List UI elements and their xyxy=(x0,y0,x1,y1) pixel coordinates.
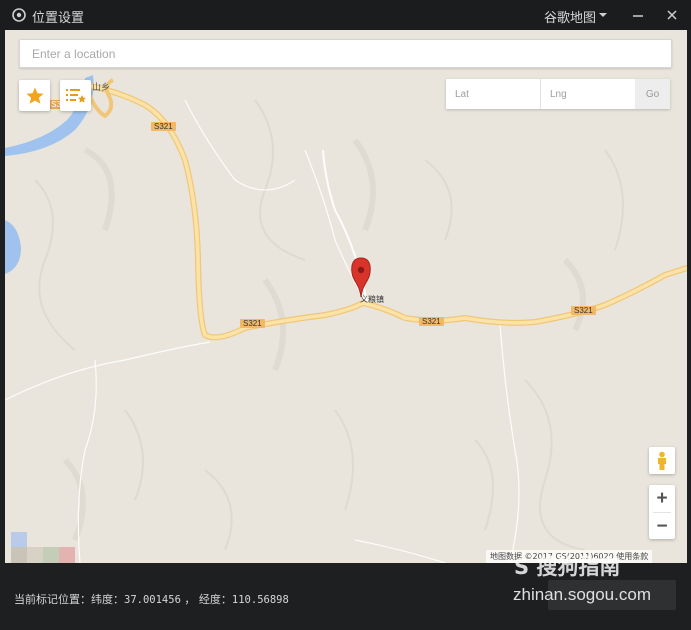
title-bar: 位置设置 谷歌地图 xyxy=(0,0,691,30)
marker-position-readout: 当前标记位置：纬度：37.001456 ， 经度：110.56898 xyxy=(14,591,289,607)
location-pin-icon xyxy=(12,8,26,22)
place-label-village: 山乡 xyxy=(92,82,111,92)
map-canvas[interactable]: 山乡 义粮镇 S3 S321 S321 S321 S321 Enter a lo… xyxy=(5,30,687,563)
road-shield-s321: S321 xyxy=(240,319,265,328)
longitude-value: 110.56898 xyxy=(231,594,289,606)
latitude-input[interactable] xyxy=(446,79,541,109)
minimize-icon xyxy=(633,15,643,17)
close-icon xyxy=(667,10,677,20)
watermark-url: zhinan.sogou.com xyxy=(513,585,651,604)
terrain-map xyxy=(5,75,687,563)
location-settings-window: 位置设置 谷歌地图 山乡 义粮镇 S3 S321 S321 S321 S321 … xyxy=(0,0,691,630)
star-icon xyxy=(25,87,44,104)
coordinate-form: Go xyxy=(446,79,670,109)
zoom-in-button[interactable]: + xyxy=(649,485,675,512)
favorites-button[interactable] xyxy=(19,80,50,111)
location-search xyxy=(19,39,672,68)
longitude-label: 经度： xyxy=(198,593,232,606)
status-label: 当前标记位置： xyxy=(14,593,91,606)
map-type-thumbnails[interactable] xyxy=(11,532,75,563)
go-button[interactable]: Go xyxy=(635,79,670,109)
road-shield-s321: S321 xyxy=(571,306,596,315)
road-shield-s321: S321 xyxy=(419,317,444,326)
latitude-value: 37.001456 xyxy=(124,594,181,606)
list-star-icon xyxy=(65,88,86,103)
chevron-down-icon[interactable] xyxy=(598,10,608,20)
search-input[interactable] xyxy=(20,40,671,67)
longitude-input[interactable] xyxy=(541,79,635,109)
coordinate-separator: ， xyxy=(184,593,196,606)
map-pin-icon[interactable] xyxy=(351,257,371,298)
pegman-icon xyxy=(658,451,666,470)
window-title: 位置设置 xyxy=(32,10,85,25)
map-provider-dropdown[interactable]: 谷歌地图 xyxy=(544,7,596,26)
zoom-out-button[interactable]: − xyxy=(649,513,675,540)
saved-list-button[interactable] xyxy=(60,80,91,111)
street-view-button[interactable] xyxy=(649,447,675,474)
road-shield-s321: S321 xyxy=(151,122,176,131)
watermark-logo: S 搜狗指南 xyxy=(514,555,621,579)
zoom-control: + − xyxy=(649,485,675,539)
status-bar: 当前标记位置：纬度：37.001456 ， 经度：110.56898 S 搜狗指… xyxy=(0,555,691,630)
place-label-town: 义粮镇 xyxy=(360,295,384,304)
close-button[interactable] xyxy=(662,5,682,25)
latitude-label: 纬度： xyxy=(91,593,124,606)
minimize-button[interactable] xyxy=(628,5,648,25)
